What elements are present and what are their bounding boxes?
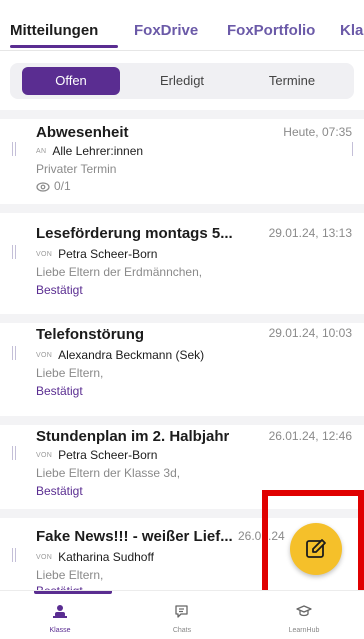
read-count-value: 0/1	[54, 179, 71, 193]
divider	[0, 50, 364, 51]
active-tab-indicator	[10, 45, 118, 48]
message-title: Stundenplan im 2. Halbjahr	[36, 428, 230, 445]
class-icon	[53, 605, 67, 618]
sender-tag: VON	[36, 554, 53, 562]
status-badge: Bestätigt	[36, 283, 83, 297]
sender-name: Katharina Sudhoff	[58, 550, 154, 564]
filter-offen-button[interactable]: Offen	[22, 67, 120, 95]
message-title: Leseförderung montags 5...	[36, 225, 233, 242]
divider	[0, 314, 364, 323]
nav-label: LearnHub	[288, 627, 320, 634]
nav-chats[interactable]: Chats	[122, 591, 242, 639]
divider	[0, 110, 364, 119]
message-sender: VON Alexandra Beckmann (Sek)	[36, 348, 204, 362]
graduation-cap-icon	[296, 605, 312, 617]
sender-tag: VON	[36, 352, 53, 360]
status-badge: Bestätigt	[36, 484, 83, 498]
message-sender: VON Petra Scheer-Born	[36, 448, 157, 462]
filter-termine-button[interactable]: Termine	[242, 67, 342, 95]
message-preview: Liebe Eltern der Erdmännchen,	[36, 265, 203, 279]
drag-handle-icon[interactable]	[12, 548, 16, 562]
message-title: Fake News!!! - weißer Lief...	[36, 528, 233, 545]
message-date: Heute, 07:35	[283, 125, 352, 139]
message-preview: Liebe Eltern,	[36, 568, 104, 582]
highlight-box	[262, 490, 364, 601]
message-title: Abwesenheit	[36, 124, 129, 141]
message-item[interactable]: Abwesenheit Heute, 07:35 AN Alle Lehrer:i…	[0, 119, 364, 204]
sender-name: Alexandra Beckmann (Sek)	[58, 348, 205, 362]
tab-foxdrive[interactable]: FoxDrive	[134, 22, 198, 39]
nav-learnhub[interactable]: LearnHub	[244, 591, 364, 639]
divider	[0, 204, 364, 213]
message-preview: Liebe Eltern,	[36, 366, 104, 380]
message-date: 29.01.24, 13:13	[268, 226, 352, 240]
recipient-tag: AN	[36, 148, 47, 156]
message-sender: VON Petra Scheer-Born	[36, 247, 157, 261]
drag-handle-icon[interactable]	[12, 446, 16, 460]
tab-mitteilungen[interactable]: Mitteilungen	[10, 22, 98, 39]
sender-tag: VON	[36, 452, 53, 460]
message-sender: VON Katharina Sudhoff	[36, 550, 154, 564]
message-item[interactable]: Telefonstörung 29.01.24, 10:03 VON Alexan…	[0, 323, 364, 425]
chat-icon	[175, 605, 188, 618]
top-tab-bar: Mitteilungen FoxDrive FoxPortfolio Kla	[0, 0, 364, 50]
drag-handle-icon[interactable]	[12, 346, 16, 360]
status-badge: Bestätigt	[36, 384, 83, 398]
drag-handle-icon[interactable]	[12, 245, 16, 259]
tab-foxportfolio[interactable]: FoxPortfolio	[227, 22, 315, 39]
message-date: 26.01.24, 12:46	[268, 429, 352, 443]
message-title: Telefonstörung	[36, 326, 145, 343]
message-preview: Liebe Eltern der Klasse 3d,	[36, 466, 181, 480]
sender-name: Petra Scheer-Born	[58, 448, 158, 462]
divider	[0, 416, 364, 425]
nav-label: Chats	[172, 627, 192, 634]
sender-name: Petra Scheer-Born	[58, 247, 158, 261]
message-recipient: AN Alle Lehrer:innen	[36, 144, 143, 158]
sender-tag: VON	[36, 251, 53, 259]
eye-icon	[36, 182, 50, 192]
read-count: 0/1	[36, 179, 71, 193]
bottom-nav: Klasse Chats LearnHub	[0, 590, 364, 639]
status-filter: Offen Erledigt Termine	[10, 63, 354, 99]
tab-klasse[interactable]: Kla	[340, 22, 363, 39]
nav-label: Klasse	[49, 627, 71, 634]
recipient-name: Alle Lehrer:innen	[52, 144, 144, 158]
filter-erledigt-button[interactable]: Erledigt	[132, 67, 232, 95]
message-preview: Privater Termin	[36, 162, 117, 176]
message-item[interactable]: Leseförderung montags 5... 29.01.24, 13:…	[0, 213, 364, 314]
drag-handle-icon[interactable]	[12, 142, 16, 156]
message-date: 29.01.24, 10:03	[268, 326, 352, 340]
nav-klasse[interactable]: Klasse	[0, 591, 120, 639]
drag-handle-icon[interactable]	[352, 142, 354, 156]
